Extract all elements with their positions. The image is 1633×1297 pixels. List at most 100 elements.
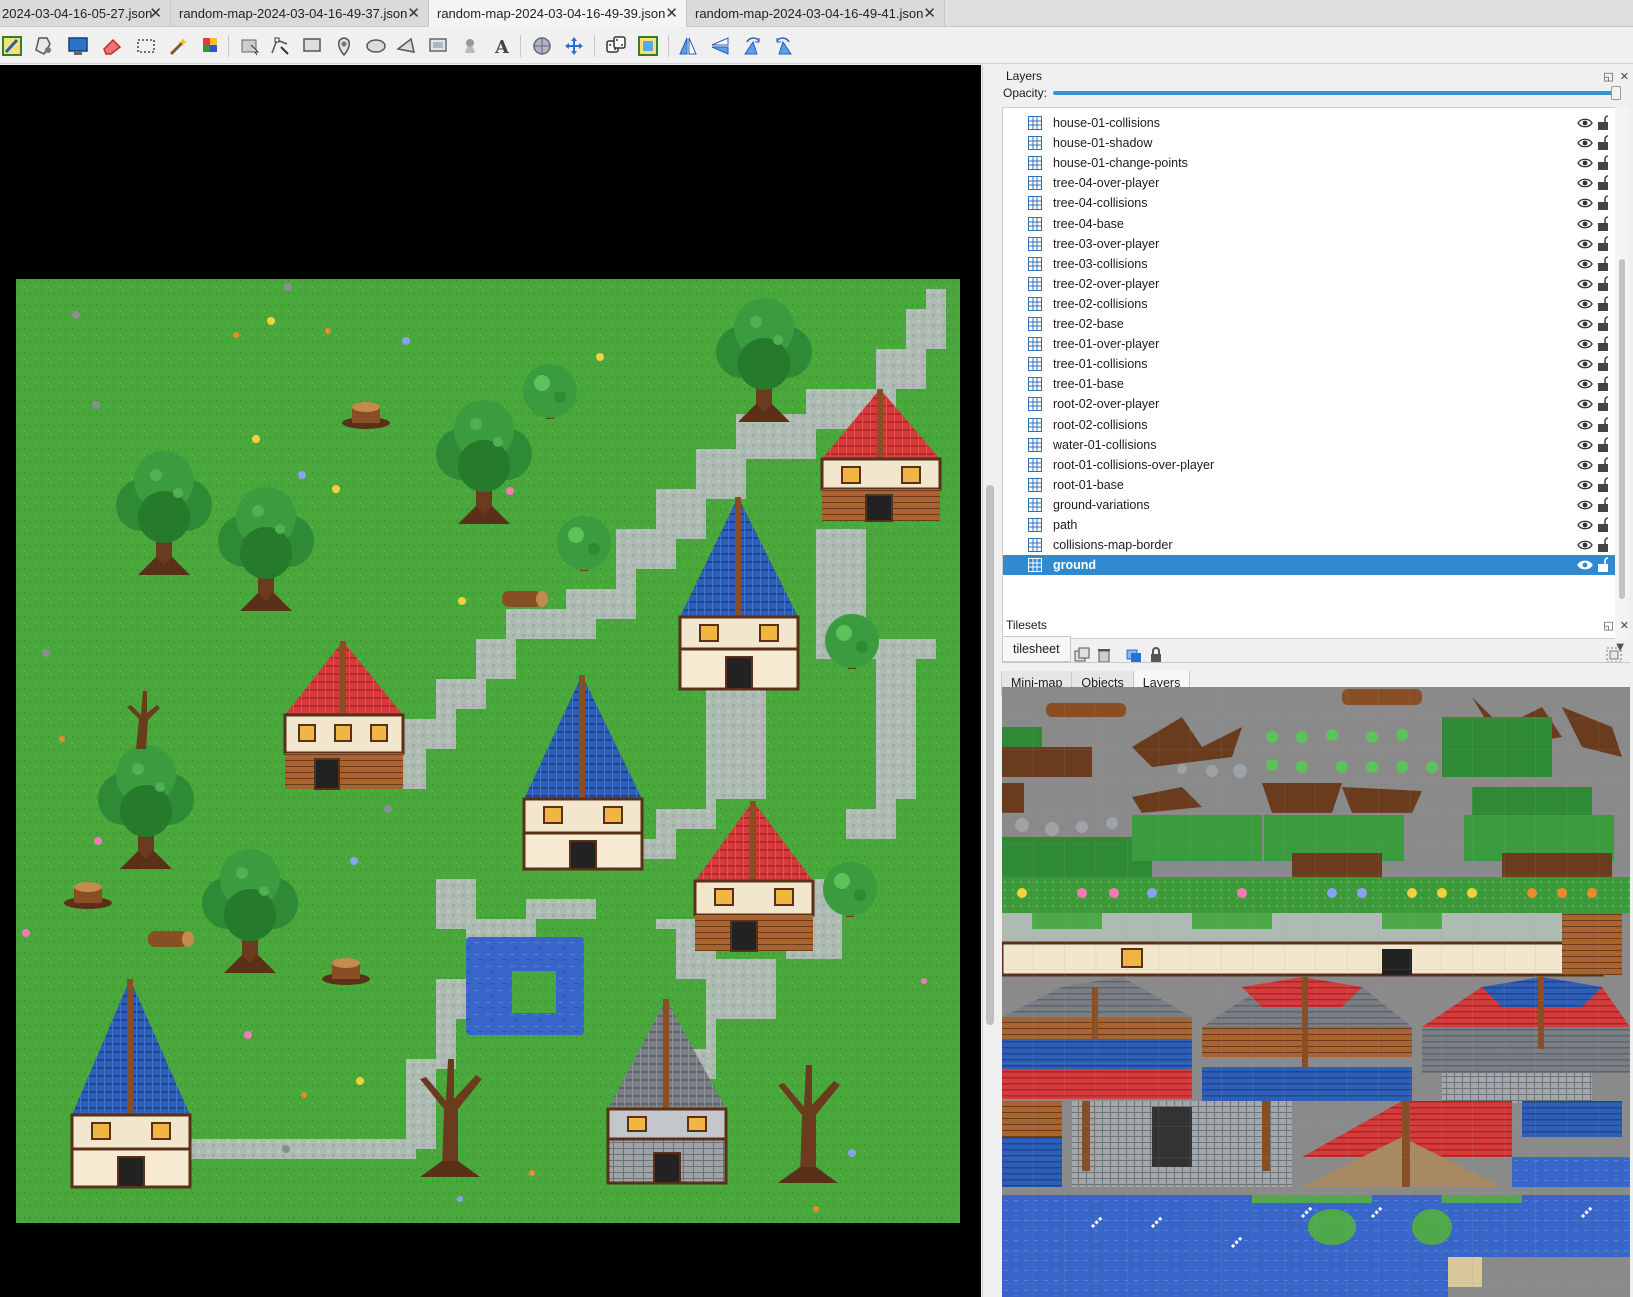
layer-row-tree-01-base[interactable]: tree-01-base <box>1003 374 1615 394</box>
layer-list-scrollbar[interactable] <box>1615 107 1629 639</box>
opacity-slider[interactable] <box>1053 86 1621 100</box>
visibility-eye-icon[interactable] <box>1577 257 1593 271</box>
visibility-eye-icon[interactable] <box>1577 438 1593 452</box>
wang-fill-icon[interactable] <box>636 34 660 58</box>
edit-polygons-icon[interactable] <box>268 34 292 58</box>
visibility-eye-icon[interactable] <box>1577 297 1593 311</box>
tab-map-2024-03-04-16-05-27[interactable]: 2024-03-04-16-05-27.json ✕ <box>0 0 171 26</box>
unlocked-padlock-icon[interactable] <box>1597 517 1609 533</box>
rectangle-select-icon[interactable] <box>134 34 158 58</box>
flip-vertical-icon[interactable] <box>708 34 732 58</box>
chevron-down-icon[interactable]: ▼ <box>1616 642 1624 653</box>
layer-row-tree-04-base[interactable]: tree-04-base <box>1003 214 1615 234</box>
unlocked-padlock-icon[interactable] <box>1597 115 1609 131</box>
layer-row-root-02-collisions[interactable]: root-02-collisions <box>1003 415 1615 435</box>
visibility-eye-icon[interactable] <box>1577 337 1593 351</box>
unlocked-padlock-icon[interactable] <box>1597 376 1609 392</box>
visibility-eye-icon[interactable] <box>1577 357 1593 371</box>
visibility-eye-icon[interactable] <box>1577 478 1593 492</box>
scrollbar-thumb[interactable] <box>1619 259 1625 599</box>
unlocked-padlock-icon[interactable] <box>1597 195 1609 211</box>
unlocked-padlock-icon[interactable] <box>1597 336 1609 352</box>
insert-text-icon[interactable]: A <box>490 34 514 58</box>
visibility-eye-icon[interactable] <box>1577 136 1593 150</box>
move-icon[interactable] <box>562 34 586 58</box>
visibility-eye-icon[interactable] <box>1577 377 1593 391</box>
layer-row-root-01-collisions-over-player[interactable]: root-01-collisions-over-player <box>1003 455 1615 475</box>
layer-row-ground[interactable]: ground <box>1003 555 1615 576</box>
close-icon[interactable]: ✕ <box>149 4 162 22</box>
layer-row-tree-02-base[interactable]: tree-02-base <box>1003 314 1615 334</box>
terrain-brush-icon[interactable] <box>66 34 90 58</box>
visibility-eye-icon[interactable] <box>1577 558 1593 572</box>
tab-tilesheet[interactable]: tilesheet <box>1002 636 1071 662</box>
float-panel-icon[interactable]: ◱ <box>1603 619 1613 632</box>
float-panel-icon[interactable]: ◱ <box>1603 70 1613 83</box>
unlocked-padlock-icon[interactable] <box>1597 215 1609 232</box>
layer-row-water-01-collisions[interactable]: water-01-collisions <box>1003 435 1615 455</box>
visibility-eye-icon[interactable] <box>1577 196 1593 210</box>
new-map-icon[interactable] <box>0 34 24 58</box>
layer-row-tree-01-over-player[interactable]: tree-01-over-player <box>1003 334 1615 354</box>
unlocked-padlock-icon[interactable] <box>1597 416 1609 433</box>
unlocked-padlock-icon[interactable] <box>1597 537 1609 553</box>
layer-row-house-01-change-points[interactable]: house-01-change-points <box>1003 153 1615 173</box>
visibility-eye-icon[interactable] <box>1577 538 1593 552</box>
unlocked-padlock-icon[interactable] <box>1597 296 1609 312</box>
stamp-brush-icon[interactable] <box>32 34 56 58</box>
layer-row-tree-03-over-player[interactable]: tree-03-over-player <box>1003 234 1615 254</box>
visibility-eye-icon[interactable] <box>1577 317 1593 331</box>
visibility-eye-icon[interactable] <box>1577 397 1593 411</box>
visibility-eye-icon[interactable] <box>1577 498 1593 512</box>
select-objects-icon[interactable] <box>238 34 262 58</box>
visibility-eye-icon[interactable] <box>1577 518 1593 532</box>
visibility-eye-icon[interactable] <box>1577 116 1593 130</box>
visibility-eye-icon[interactable] <box>1577 156 1593 170</box>
tab-random-map-16-49-37[interactable]: random-map-2024-03-04-16-49-37.json ✕ <box>171 0 429 26</box>
map-vertical-scrollbar[interactable] <box>982 65 997 1297</box>
tab-random-map-16-49-39[interactable]: random-map-2024-03-04-16-49-39.json ✕ <box>429 0 687 27</box>
layer-row-tree-02-over-player[interactable]: tree-02-over-player <box>1003 274 1615 294</box>
unlocked-padlock-icon[interactable] <box>1597 497 1609 513</box>
layer-row-root-01-base[interactable]: root-01-base <box>1003 475 1615 495</box>
close-icon[interactable]: ✕ <box>1620 70 1629 83</box>
eraser-icon[interactable] <box>100 34 124 58</box>
visibility-eye-icon[interactable] <box>1577 277 1593 291</box>
layer-row-tree-04-collisions[interactable]: tree-04-collisions <box>1003 193 1615 213</box>
scrollbar-thumb[interactable] <box>986 485 994 1025</box>
insert-template-icon[interactable] <box>458 34 482 58</box>
insert-tile-icon[interactable] <box>426 34 450 58</box>
unlocked-padlock-icon[interactable] <box>1597 135 1609 151</box>
insert-polygon-icon[interactable] <box>394 34 418 58</box>
insert-point-icon[interactable] <box>332 34 356 58</box>
unlocked-padlock-icon[interactable] <box>1597 396 1609 412</box>
layer-row-tree-02-collisions[interactable]: tree-02-collisions <box>1003 294 1615 314</box>
unlocked-padlock-icon[interactable] <box>1597 557 1609 573</box>
unlocked-padlock-icon[interactable] <box>1597 456 1609 473</box>
unlocked-padlock-icon[interactable] <box>1597 235 1609 252</box>
visibility-eye-icon[interactable] <box>1577 217 1593 231</box>
rotate-left-icon[interactable] <box>740 34 764 58</box>
tile-map[interactable] <box>16 279 960 1223</box>
layer-row-tree-01-collisions[interactable]: tree-01-collisions <box>1003 354 1615 374</box>
unlocked-padlock-icon[interactable] <box>1597 155 1609 171</box>
close-icon[interactable]: ✕ <box>407 4 420 22</box>
layer-row-root-02-over-player[interactable]: root-02-over-player <box>1003 394 1615 414</box>
unlocked-padlock-icon[interactable] <box>1597 356 1609 372</box>
unlocked-padlock-icon[interactable] <box>1597 476 1609 493</box>
visibility-eye-icon[interactable] <box>1577 237 1593 251</box>
rotate-right-icon[interactable] <box>772 34 796 58</box>
magic-wand-icon[interactable] <box>166 34 190 58</box>
layer-row-ground-variations[interactable]: ground-variations <box>1003 495 1615 515</box>
close-icon[interactable]: ✕ <box>1620 619 1629 632</box>
unlocked-padlock-icon[interactable] <box>1597 316 1609 332</box>
layer-row-house-01-collisions[interactable]: house-01-collisions <box>1003 113 1615 133</box>
layer-row-path[interactable]: path <box>1003 515 1615 535</box>
opacity-slider-handle[interactable] <box>1611 86 1621 100</box>
tileset-view[interactable] <box>1002 687 1630 1297</box>
layer-row-collisions-map-border[interactable]: collisions-map-border <box>1003 535 1615 555</box>
unlocked-padlock-icon[interactable] <box>1597 175 1609 191</box>
close-icon[interactable]: ✕ <box>923 4 936 22</box>
unlocked-padlock-icon[interactable] <box>1597 436 1609 453</box>
bucket-fill-icon[interactable] <box>198 34 222 58</box>
